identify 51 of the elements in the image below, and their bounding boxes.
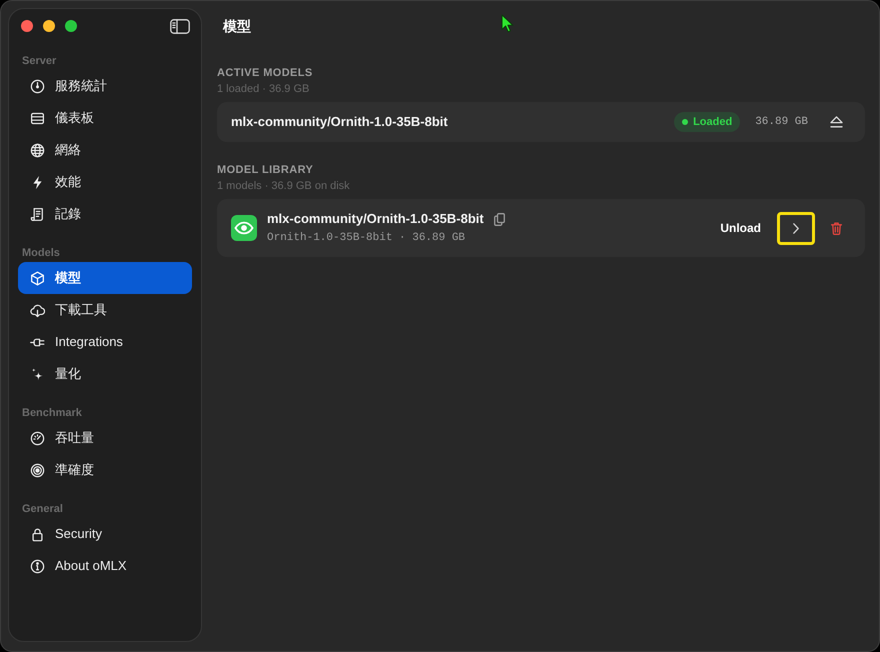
sidebar-item[interactable]: 準確度	[18, 454, 192, 486]
sidebar-toggle-icon[interactable]	[170, 18, 190, 34]
sidebar-item[interactable]: 模型	[18, 262, 192, 294]
close-button[interactable]	[21, 20, 33, 32]
cube-icon	[30, 270, 45, 286]
sidebar-item[interactable]: 吞吐量	[18, 422, 192, 454]
page-title: 模型	[223, 17, 251, 35]
target-icon	[30, 462, 45, 478]
model-name: mlx-community/Ornith-1.0-35B-8bit	[267, 211, 484, 227]
model-name: mlx-community/Ornith-1.0-35B-8bit	[231, 114, 449, 130]
unload-button[interactable]: Unload	[720, 220, 761, 236]
speedometer-icon	[30, 430, 45, 446]
sidebar-item[interactable]: 記錄	[18, 198, 192, 230]
eye-icon	[231, 215, 257, 241]
sidebar-item[interactable]: 下載工具	[18, 294, 192, 326]
sidebar-item[interactable]: 量化	[18, 358, 192, 390]
sidebar-item[interactable]: 效能	[18, 166, 192, 198]
minimize-button[interactable]	[43, 20, 55, 32]
section-summary: 1 models · 36.9 GB on disk	[217, 179, 350, 193]
details-button[interactable]	[777, 212, 815, 244]
sidebar-item[interactable]: About oMLX	[18, 550, 192, 582]
server-icon	[30, 110, 45, 126]
section-summary: 1 loaded · 36.9 GB	[217, 82, 310, 96]
trash-icon[interactable]	[831, 222, 842, 234]
cursor-icon	[501, 14, 514, 33]
chevron-right-icon	[793, 222, 799, 234]
lock-icon	[30, 526, 45, 542]
status-dot-icon	[682, 119, 688, 125]
zoom-button[interactable]	[65, 20, 77, 32]
sidebar-item[interactable]: Integrations	[18, 326, 192, 358]
cloud-download-icon	[30, 302, 45, 318]
globe-icon	[30, 142, 45, 158]
model-size: 36.89 GB	[755, 115, 808, 129]
section-heading: MODEL LIBRARY	[217, 163, 314, 177]
section-heading: Benchmark	[22, 406, 82, 420]
gauge-icon	[30, 78, 45, 94]
sidebar-item[interactable]: Security	[18, 518, 192, 550]
copy-icon[interactable]	[494, 212, 505, 226]
document-icon	[30, 206, 45, 222]
status-text: Loaded	[693, 115, 732, 129]
section-heading: Server	[22, 54, 56, 68]
info-icon	[30, 558, 45, 574]
eject-icon[interactable]	[830, 116, 843, 128]
sparkles-icon	[30, 366, 45, 382]
sidebar-item[interactable]: 服務統計	[18, 70, 192, 102]
section-heading: General	[22, 502, 63, 516]
sidebar-item[interactable]: 儀表板	[18, 102, 192, 134]
section-heading: Models	[22, 246, 60, 260]
model-detail: Ornith-1.0-35B-8bit · 36.89 GB	[267, 231, 466, 245]
sidebar-item[interactable]: 網絡	[18, 134, 192, 166]
section-heading: ACTIVE MODELS	[217, 66, 313, 80]
